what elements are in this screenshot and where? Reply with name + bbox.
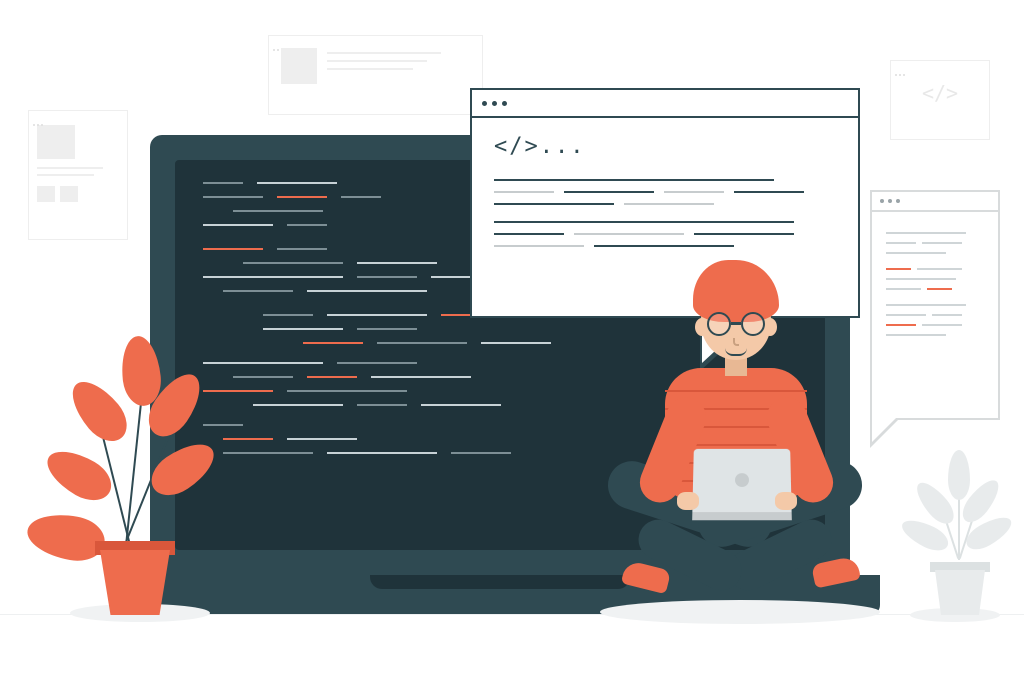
orange-plant — [30, 330, 200, 630]
wire-card-right: </> — [890, 60, 990, 140]
gray-plant — [910, 450, 1010, 620]
wire-card-top — [268, 35, 483, 115]
glasses-icon — [707, 312, 765, 334]
window-titlebar — [472, 90, 858, 118]
small-laptop — [692, 449, 792, 520]
code-tag-label: </>... — [494, 134, 836, 159]
developer-person — [585, 260, 905, 620]
wire-card-left — [28, 110, 128, 240]
